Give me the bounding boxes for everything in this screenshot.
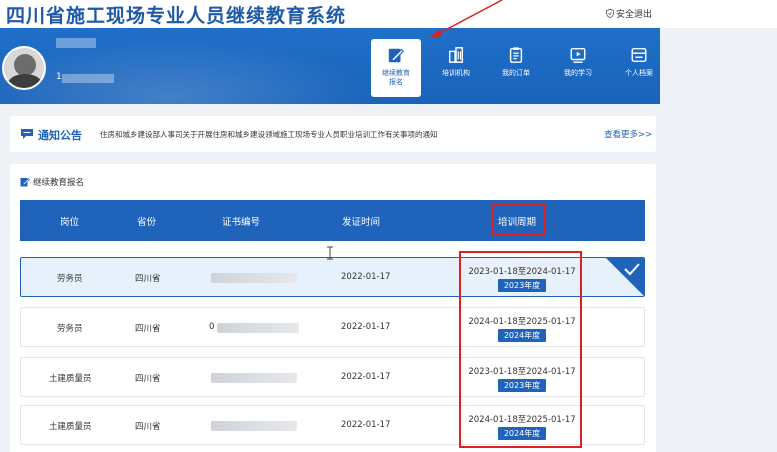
nav-my-study[interactable]: 我的学习 <box>553 39 603 97</box>
cert-number-redacted <box>211 273 297 283</box>
video-icon <box>570 47 586 63</box>
profile-card-icon <box>631 47 647 63</box>
building-icon <box>448 47 464 63</box>
user-id-prefix: 1 <box>56 72 62 82</box>
text-cursor-icon <box>327 246 333 260</box>
table-header: 岗位 省份 证书编号 发证时间 培训周期 <box>20 200 645 241</box>
notice-bar: 通知公告 住房和城乡建设部人事司关于开展住房和城乡建设领域施工现场专业人员职业培… <box>10 116 656 152</box>
nav-training-institution[interactable]: 培训机构 <box>431 39 481 97</box>
user-id-redacted <box>62 74 114 83</box>
cell-position: 土建质量员 <box>49 422 92 432</box>
user-header: 1 继续教育 报名 培训机构 我的订单 我的学习 个人档案 <box>0 28 660 104</box>
notice-link[interactable]: 住房和城乡建设部人事司关于开展住房和城乡建设领域施工现场专业人员职业培训工作有关… <box>100 129 438 140</box>
nav-personal-profile[interactable]: 个人档案 <box>614 39 660 97</box>
top-bar: 四川省施工现场专业人员继续教育系统 安全退出 <box>0 0 777 28</box>
cell-issue-date: 2022-01-17 <box>341 322 391 332</box>
nav-label-2: 报名 <box>389 78 403 86</box>
nav-label: 个人档案 <box>625 69 653 77</box>
edit-icon <box>20 178 30 187</box>
cell-issue-date: 2022-01-17 <box>341 420 391 430</box>
column-header-position: 岗位 <box>60 217 80 228</box>
annotation-arrow-icon <box>429 0 503 38</box>
checkmark-icon <box>624 263 640 276</box>
logout-label: 安全退出 <box>616 10 653 20</box>
column-header-province: 省份 <box>137 217 157 228</box>
cell-position: 土建质量员 <box>49 374 92 384</box>
avatar[interactable] <box>2 46 46 90</box>
cell-issue-date: 2022-01-17 <box>341 272 391 282</box>
column-header-cert-number: 证书编号 <box>222 217 261 228</box>
nav-label: 继续教育 <box>382 69 410 77</box>
panel-title-text: 继续教育报名 <box>33 178 85 188</box>
site-title: 四川省施工现场专业人员继续教育系统 <box>6 5 347 27</box>
logout-button[interactable]: 安全退出 <box>606 7 652 20</box>
cell-position: 劳务员 <box>57 324 83 334</box>
cell-province: 四川省 <box>135 274 161 284</box>
nav-my-orders[interactable]: 我的订单 <box>491 39 541 97</box>
cell-issue-date: 2022-01-17 <box>341 372 391 382</box>
cell-province: 四川省 <box>135 324 161 334</box>
cell-cert-prefix: 0 <box>209 322 215 332</box>
avatar-body <box>8 74 42 88</box>
panel-title: 继续教育报名 <box>20 176 84 188</box>
user-name-redacted <box>56 38 96 48</box>
cell-position: 劳务员 <box>57 274 83 284</box>
annotation-box-header <box>491 203 546 236</box>
avatar-head <box>14 54 36 76</box>
clipboard-icon <box>509 47 523 63</box>
view-more-link[interactable]: 查看更多>> <box>604 128 652 140</box>
column-header-issue-date: 发证时间 <box>342 217 381 228</box>
cell-province: 四川省 <box>135 422 161 432</box>
nav-label: 我的订单 <box>502 69 530 77</box>
nav-label: 培训机构 <box>442 69 470 77</box>
annotation-box-period <box>459 251 582 448</box>
notice-title: 通知公告 <box>38 129 82 142</box>
cert-number-redacted <box>211 421 297 431</box>
cert-number-redacted <box>211 373 297 383</box>
shield-icon <box>606 9 614 18</box>
notice-icon <box>21 129 33 139</box>
nav-label: 我的学习 <box>564 69 592 77</box>
cell-province: 四川省 <box>135 374 161 384</box>
cert-number-redacted <box>217 323 299 333</box>
edit-icon <box>388 48 404 63</box>
nav-continuing-education[interactable]: 继续教育 报名 <box>371 39 421 97</box>
